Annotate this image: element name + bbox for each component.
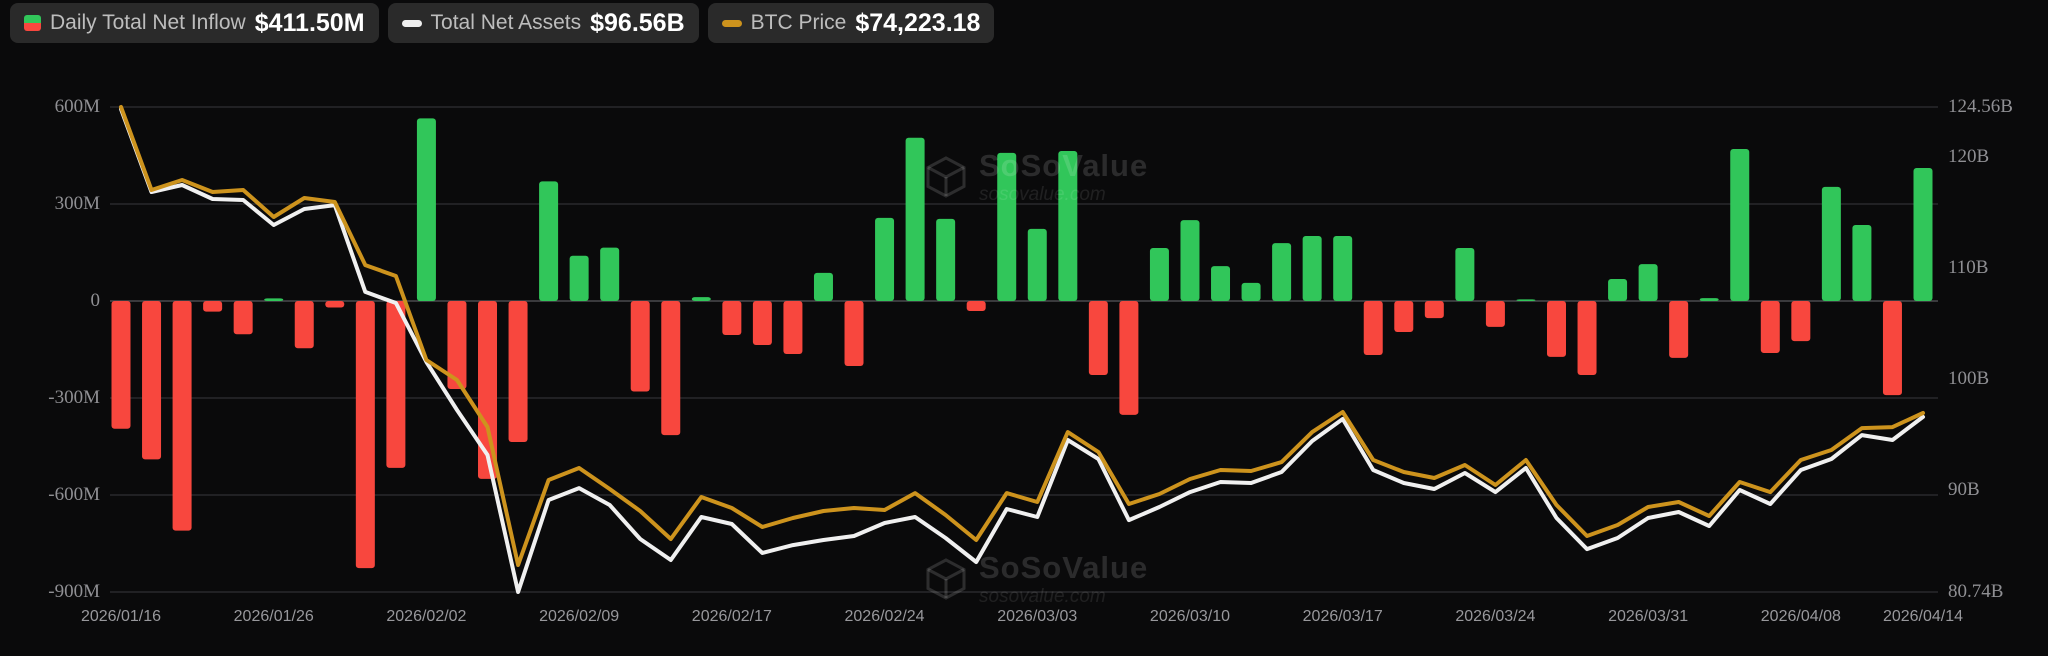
inflow-bar[interactable] [600,248,619,301]
legend-item-daily-net-inflow[interactable]: Daily Total Net Inflow $411.50M [10,3,379,43]
inflow-bar[interactable] [295,301,314,348]
y-axis-label-left: -900M [0,579,100,605]
inflow-bar[interactable] [1364,301,1383,355]
legend-value: $96.56B [590,9,685,38]
x-axis-label: 2026/01/16 [41,606,201,628]
inflow-bar[interactable] [1272,243,1291,301]
inflow-bar[interactable] [1089,301,1108,375]
inflow-bar[interactable] [112,301,131,429]
inflow-bar[interactable] [722,301,741,335]
chart-plot[interactable] [0,0,2048,656]
inflow-bar[interactable] [1211,266,1230,301]
white-dash-icon [402,20,422,27]
inflow-bar[interactable] [1119,301,1138,415]
inflow-bar[interactable] [1333,236,1352,301]
inflow-bar[interactable] [1822,187,1841,301]
x-axis-label: 2026/02/24 [805,606,965,628]
inflow-bar[interactable] [875,218,894,301]
x-axis-label: 2026/03/31 [1568,606,1728,628]
x-axis-label: 2026/02/17 [652,606,812,628]
x-axis-label: 2026/04/14 [1843,606,2003,628]
inflow-bar[interactable] [1608,279,1627,301]
inflow-bar[interactable] [1242,283,1261,301]
inflow-bar[interactable] [1852,225,1871,301]
inflow-bar[interactable] [845,301,864,366]
inflow-bar[interactable] [1547,301,1566,357]
legend-label: Daily Total Net Inflow [50,11,246,35]
inflow-bar[interactable] [203,301,222,312]
inflow-bar[interactable] [1058,151,1077,301]
x-axis-label: 2026/01/26 [194,606,354,628]
y-axis-label-left: 300M [0,191,100,217]
y-axis-label-left: -600M [0,482,100,508]
inflow-bar[interactable] [661,301,680,435]
y-axis-label-right: 80.74B [1948,579,2048,605]
inflow-bar[interactable] [264,298,283,301]
y-axis-label-right: 90B [1948,477,2048,503]
btc-etf-flow-dashboard: Daily Total Net Inflow $411.50M Total Ne… [0,0,2048,656]
y-axis-label-left: 600M [0,94,100,120]
inflow-bar[interactable] [1639,264,1658,301]
inflow-bar[interactable] [631,301,650,392]
inflow-bar[interactable] [1669,301,1688,358]
orange-dash-icon [722,20,742,27]
x-axis-label: 2026/03/17 [1263,606,1423,628]
inflow-bar[interactable] [386,301,405,468]
legend: Daily Total Net Inflow $411.50M Total Ne… [10,3,994,43]
inflow-bar[interactable] [1730,149,1749,301]
inflow-bar[interactable] [142,301,161,459]
inflow-bar[interactable] [1303,236,1322,301]
inflow-bar[interactable] [325,301,344,307]
inflow-bar[interactable] [936,219,955,301]
legend-value: $411.50M [255,9,365,38]
inflow-bar[interactable] [814,273,833,301]
y-axis-label-right: 100B [1948,366,2048,392]
inflow-bar[interactable] [1914,168,1933,301]
inflow-bar[interactable] [234,301,253,334]
legend-item-total-net-assets[interactable]: Total Net Assets $96.56B [388,3,699,43]
legend-label: Total Net Assets [431,11,582,35]
legend-value: $74,223.18 [855,9,980,38]
inflow-bar[interactable] [417,118,436,301]
inflow-bar[interactable] [539,181,558,301]
x-axis-label: 2026/02/02 [346,606,506,628]
inflow-bar[interactable] [173,301,192,531]
y-axis-label-right: 120B [1948,144,2048,170]
inflow-bar[interactable] [783,301,802,354]
y-axis-label-right: 124.56B [1948,94,2048,120]
inflow-bar[interactable] [753,301,772,345]
x-axis-label: 2026/02/09 [499,606,659,628]
y-axis-label-left: 0 [0,288,100,314]
inflow-bar[interactable] [997,153,1016,301]
legend-item-btc-price[interactable]: BTC Price $74,223.18 [708,3,995,43]
inflow-bar[interactable] [1883,301,1902,395]
inflow-bar[interactable] [1578,301,1597,375]
inflow-bar[interactable] [1700,298,1719,301]
inflow-bar[interactable] [1028,229,1047,301]
inflow-bar[interactable] [1791,301,1810,341]
green-red-bar-icon [24,15,41,31]
y-axis-label-left: -300M [0,385,100,411]
inflow-bar[interactable] [1455,248,1474,301]
inflow-bar[interactable] [1180,220,1199,301]
x-axis-label: 2026/03/24 [1415,606,1575,628]
inflow-bar[interactable] [509,301,528,442]
inflow-bar[interactable] [570,256,589,301]
inflow-bar[interactable] [1425,301,1444,318]
inflow-bar[interactable] [906,138,925,301]
inflow-bar[interactable] [1761,301,1780,353]
inflow-bar[interactable] [692,297,711,301]
inflow-bar[interactable] [1394,301,1413,332]
inflow-bar[interactable] [1486,301,1505,327]
legend-label: BTC Price [751,11,847,35]
inflow-bar[interactable] [356,301,375,568]
inflow-bar[interactable] [967,301,986,311]
inflow-bar[interactable] [1150,248,1169,301]
y-axis-label-right: 110B [1948,255,2048,281]
x-axis-label: 2026/03/10 [1110,606,1270,628]
x-axis-label: 2026/03/03 [957,606,1117,628]
inflow-bar[interactable] [1516,299,1535,301]
